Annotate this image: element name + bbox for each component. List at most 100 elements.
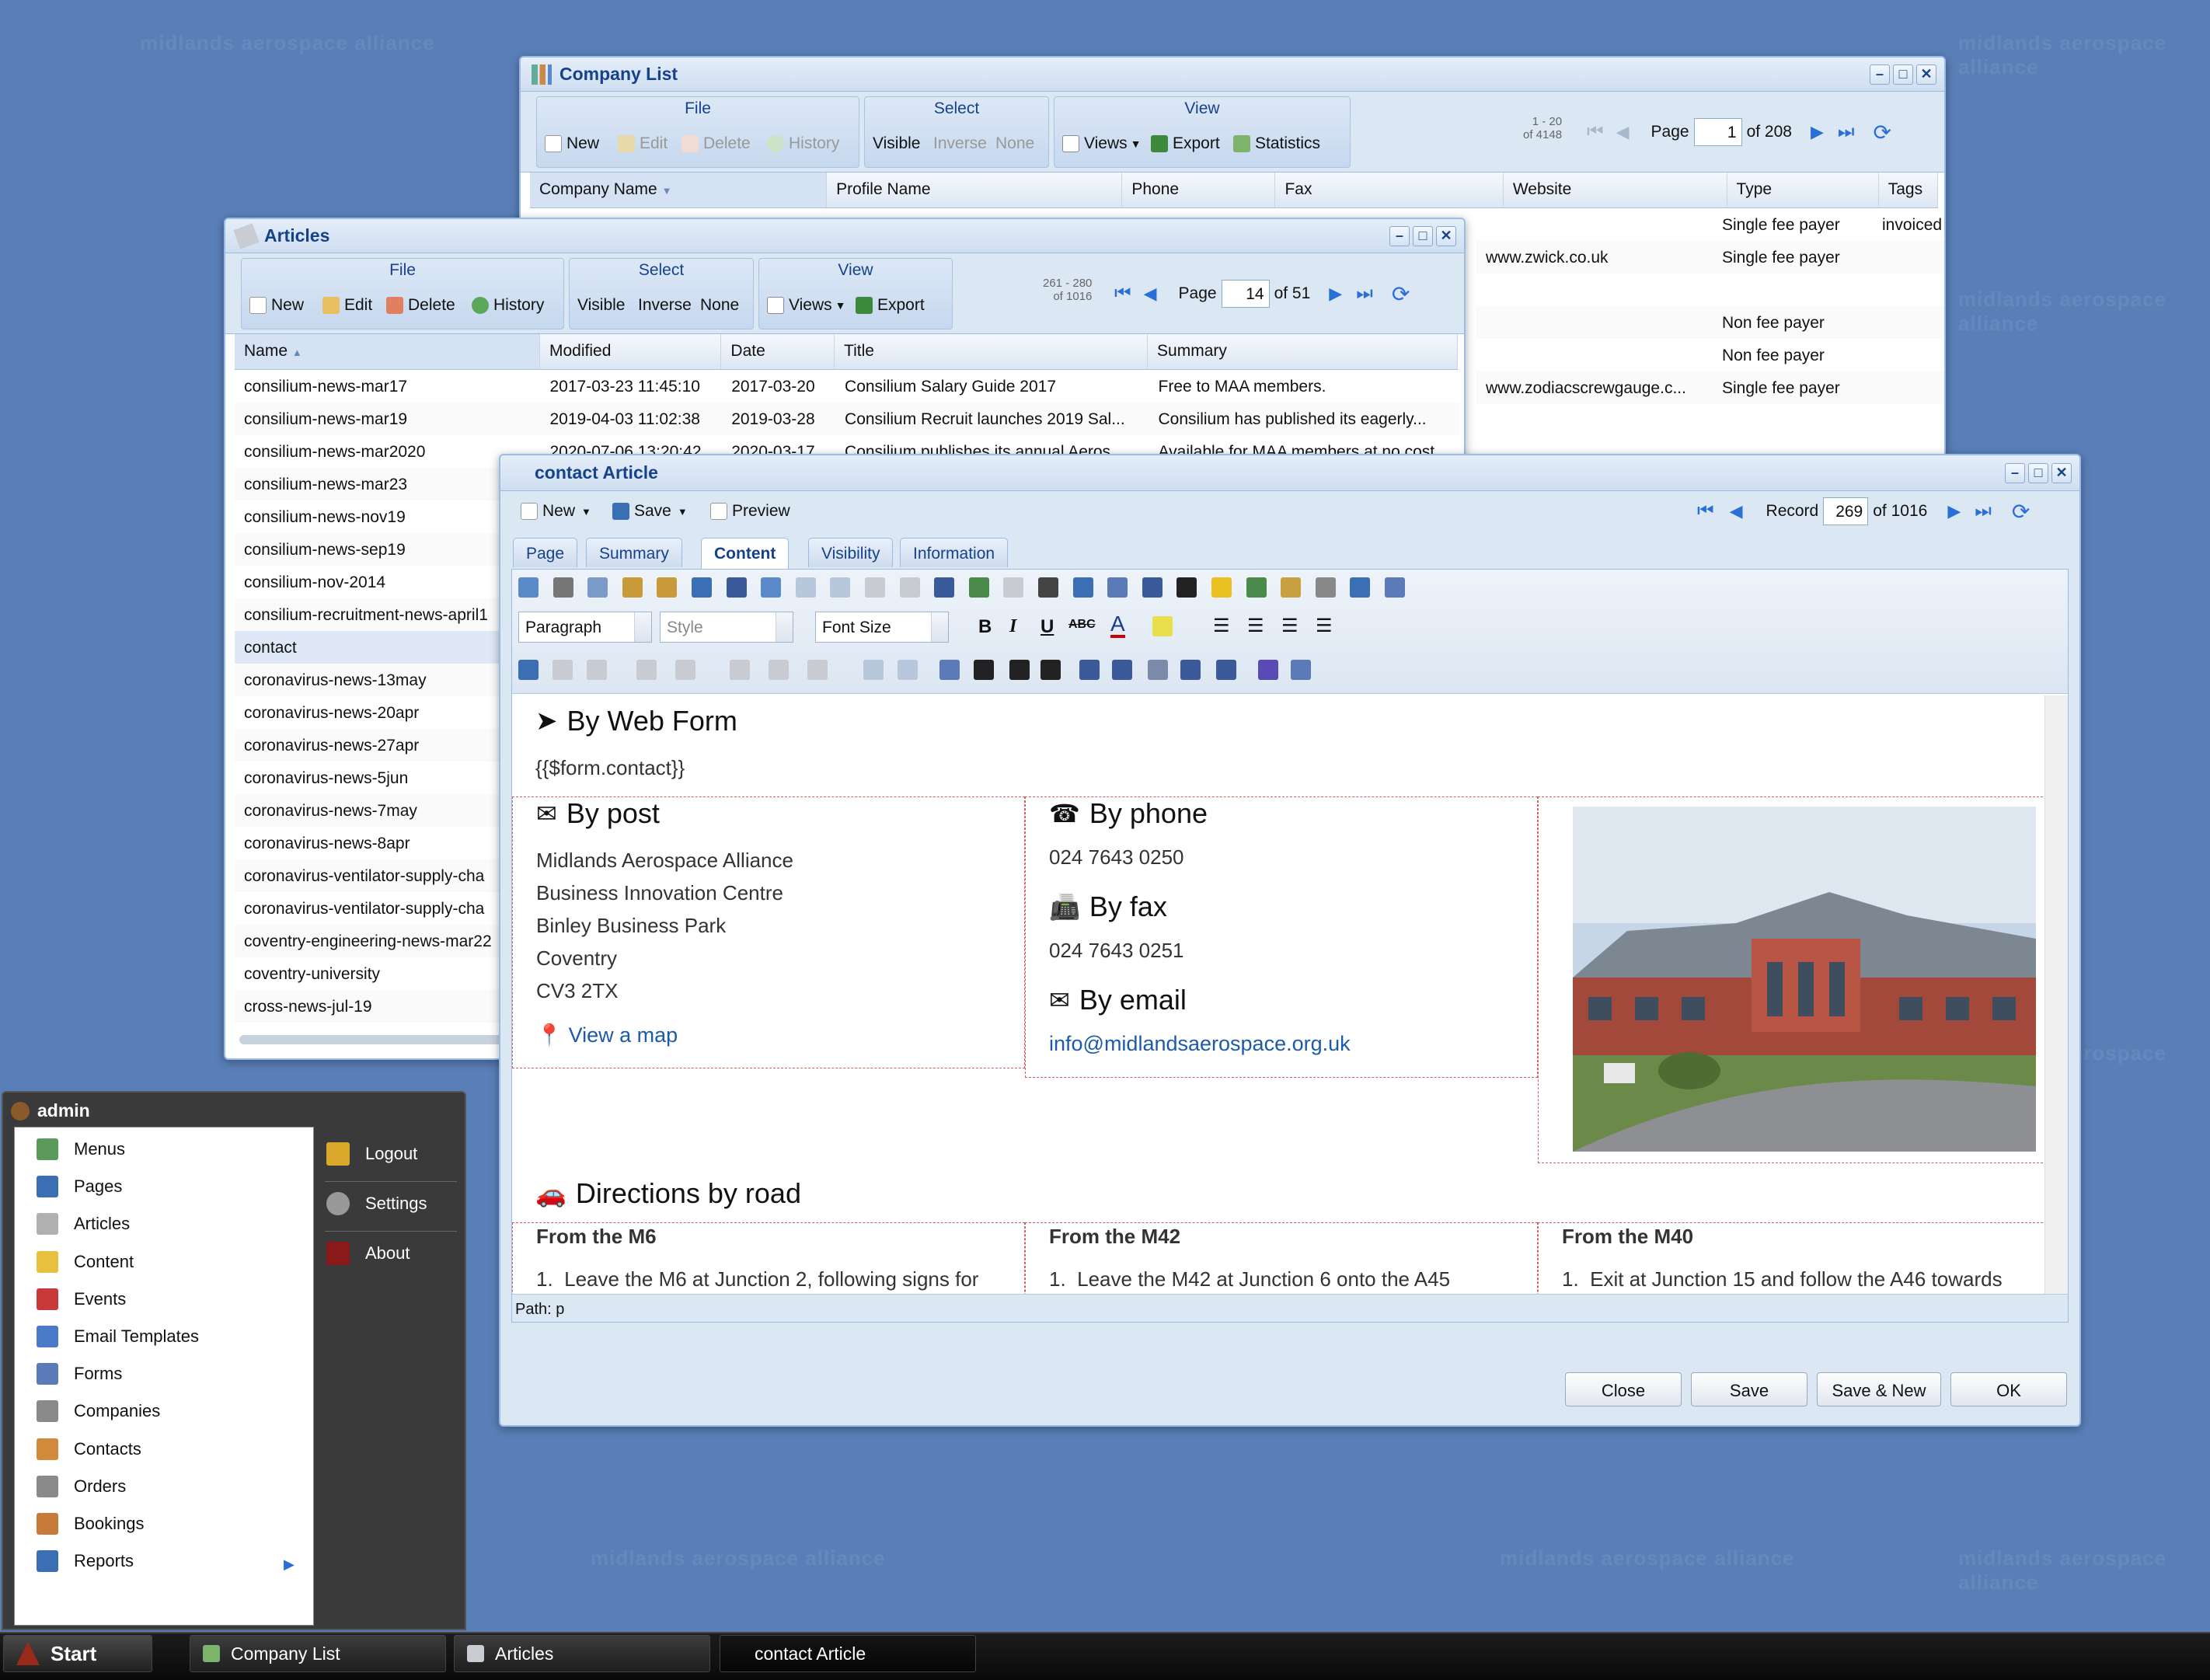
horizontal-scrollbar[interactable]	[239, 1035, 519, 1044]
editor-scrollbar[interactable]	[2044, 695, 2068, 1295]
paste-text-icon[interactable]	[657, 577, 678, 598]
image-icon[interactable]	[968, 577, 989, 598]
underline-button[interactable]: U	[1041, 616, 1054, 638]
column-company-name[interactable]: Company Name ▼	[530, 173, 828, 207]
next-page-icon[interactable]: ▶	[1329, 284, 1342, 304]
paste-icon[interactable]	[622, 577, 643, 598]
layout-icon[interactable]	[863, 660, 884, 680]
checkbox-field-icon[interactable]	[587, 660, 607, 680]
views-button[interactable]: Views ▼	[767, 296, 846, 315]
indent-icon[interactable]	[1180, 660, 1201, 680]
refresh-icon[interactable]: ⟳	[2012, 499, 2030, 525]
strikethrough-button[interactable]: ABC	[1068, 618, 1096, 632]
align-center-button[interactable]: ☰	[1247, 615, 1264, 637]
tab-summary[interactable]: Summary	[586, 538, 682, 567]
justify-button[interactable]: ☰	[1316, 615, 1333, 637]
align-right-button[interactable]: ☰	[1281, 615, 1298, 637]
logout-item[interactable]: Logout	[326, 1142, 417, 1166]
prev-record-icon[interactable]: ◀	[1730, 501, 1743, 521]
column-tags[interactable]: Tags	[1879, 173, 1938, 207]
record-input[interactable]: 269	[1823, 497, 1869, 525]
view-map-link[interactable]: 📍 View a map	[536, 1023, 678, 1047]
about-item[interactable]: About	[326, 1242, 410, 1265]
table-row[interactable]: Single fee payer invoiced	[1476, 208, 1944, 241]
tab-content[interactable]: Content	[701, 538, 790, 569]
menu-item-orders[interactable]: Orders	[37, 1475, 126, 1497]
delete-button[interactable]: Delete	[681, 134, 751, 153]
email-link[interactable]: info@midlandsaerospace.org.uk	[1049, 1032, 1351, 1056]
menu-item-email-templates[interactable]: Email Templates	[37, 1326, 199, 1347]
table-row[interactable]: www.zwick.co.uk Single fee payer	[1476, 241, 1944, 274]
column-date[interactable]: Date	[721, 334, 835, 369]
editor-content[interactable]: ➤ By Web Form {{$form.contact}} ✉ By post …	[512, 695, 2044, 1295]
new-button[interactable]: New	[545, 134, 599, 153]
flash-icon[interactable]	[1003, 577, 1024, 598]
minimize-icon[interactable]: –	[1389, 226, 1410, 246]
source-icon[interactable]	[518, 577, 539, 598]
hidden-field-icon[interactable]	[769, 660, 789, 680]
column-modified[interactable]: Modified	[540, 334, 722, 369]
next-record-icon[interactable]: ▶	[1947, 501, 1961, 521]
link-icon[interactable]	[865, 577, 885, 598]
menu-item-events[interactable]: Events	[37, 1288, 126, 1310]
maximize-icon[interactable]: □	[1893, 64, 1913, 85]
next-page-icon[interactable]: ▶	[1811, 122, 1824, 142]
menu-item-content[interactable]: Content	[37, 1250, 134, 1273]
save-and-new-button[interactable]: Save & New	[1817, 1372, 1941, 1406]
help-icon[interactable]	[1350, 577, 1371, 598]
special-char-icon[interactable]	[1142, 577, 1163, 598]
first-record-icon[interactable]: ⏮	[1697, 500, 1714, 522]
taskbar-company-list[interactable]: Company List	[190, 1635, 446, 1672]
superscript-icon[interactable]	[1041, 660, 1061, 680]
menu-item-reports[interactable]: Reports	[37, 1550, 134, 1573]
tab-page[interactable]: Page	[513, 538, 578, 567]
settings-item[interactable]: Settings	[326, 1192, 427, 1215]
ok-button[interactable]: OK	[1950, 1372, 2067, 1406]
minimize-icon[interactable]: –	[2005, 463, 2025, 483]
select-none-button[interactable]: None	[700, 296, 739, 315]
bold-button[interactable]: B	[978, 616, 992, 638]
table-row[interactable]: consilium-news-mar19 2019-04-03 11:02:38 2…	[235, 403, 1459, 435]
export-button[interactable]: Export	[1151, 134, 1220, 153]
preview-button[interactable]: Preview	[710, 502, 790, 521]
column-profile-name[interactable]: Profile Name	[827, 173, 1123, 207]
table-row[interactable]: Non fee payer	[1476, 339, 1944, 371]
outdent-icon[interactable]	[1148, 660, 1168, 680]
align-left-button[interactable]: ☰	[1213, 615, 1230, 637]
select-none-button[interactable]: None	[995, 134, 1034, 153]
menu-item-pages[interactable]: Pages	[37, 1176, 122, 1198]
form-field-icon[interactable]	[552, 660, 573, 680]
last-page-icon[interactable]: ⏭	[1838, 121, 1855, 143]
flag-icon[interactable]	[1176, 577, 1197, 598]
select-visible-button[interactable]: Visible	[577, 296, 625, 315]
maximize-icon[interactable]: □	[1413, 226, 1433, 246]
statistics-button[interactable]: Statistics	[1233, 134, 1320, 153]
new-button[interactable]: New	[249, 296, 304, 315]
save-button[interactable]: Save	[1691, 1372, 1807, 1406]
select-inverse-button[interactable]: Inverse	[933, 134, 987, 153]
column-fax[interactable]: Fax	[1275, 173, 1504, 207]
subscript-icon[interactable]	[1009, 660, 1030, 680]
prev-page-icon[interactable]: ◀	[1144, 284, 1157, 304]
refresh-icon[interactable]: ⟳	[1392, 281, 1410, 307]
tab-visibility[interactable]: Visibility	[808, 538, 894, 567]
template-icon[interactable]	[1246, 577, 1267, 598]
column-summary[interactable]: Summary	[1148, 334, 1459, 369]
articles-titlebar[interactable]: Articles	[225, 219, 1464, 253]
paste-word-icon[interactable]	[692, 577, 712, 598]
textarea-field-icon[interactable]	[730, 660, 750, 680]
font-color-button[interactable]: A	[1110, 613, 1125, 638]
table-props-icon[interactable]	[898, 660, 918, 680]
unlink-icon[interactable]	[899, 577, 920, 598]
replace-icon[interactable]	[761, 577, 782, 598]
page-input[interactable]: 1	[1693, 118, 1742, 146]
column-name[interactable]: Name ▲	[235, 334, 540, 369]
anchor-icon[interactable]	[934, 577, 955, 598]
style-select[interactable]: Style	[660, 612, 793, 643]
views-button[interactable]: Views ▼	[1062, 134, 1142, 153]
history-button[interactable]: History	[767, 134, 839, 153]
tab-information[interactable]: Information	[900, 538, 1009, 567]
close-icon[interactable]: ✕	[1916, 64, 1936, 85]
smiley-icon[interactable]	[1211, 577, 1232, 598]
undo-icon[interactable]	[795, 577, 816, 598]
